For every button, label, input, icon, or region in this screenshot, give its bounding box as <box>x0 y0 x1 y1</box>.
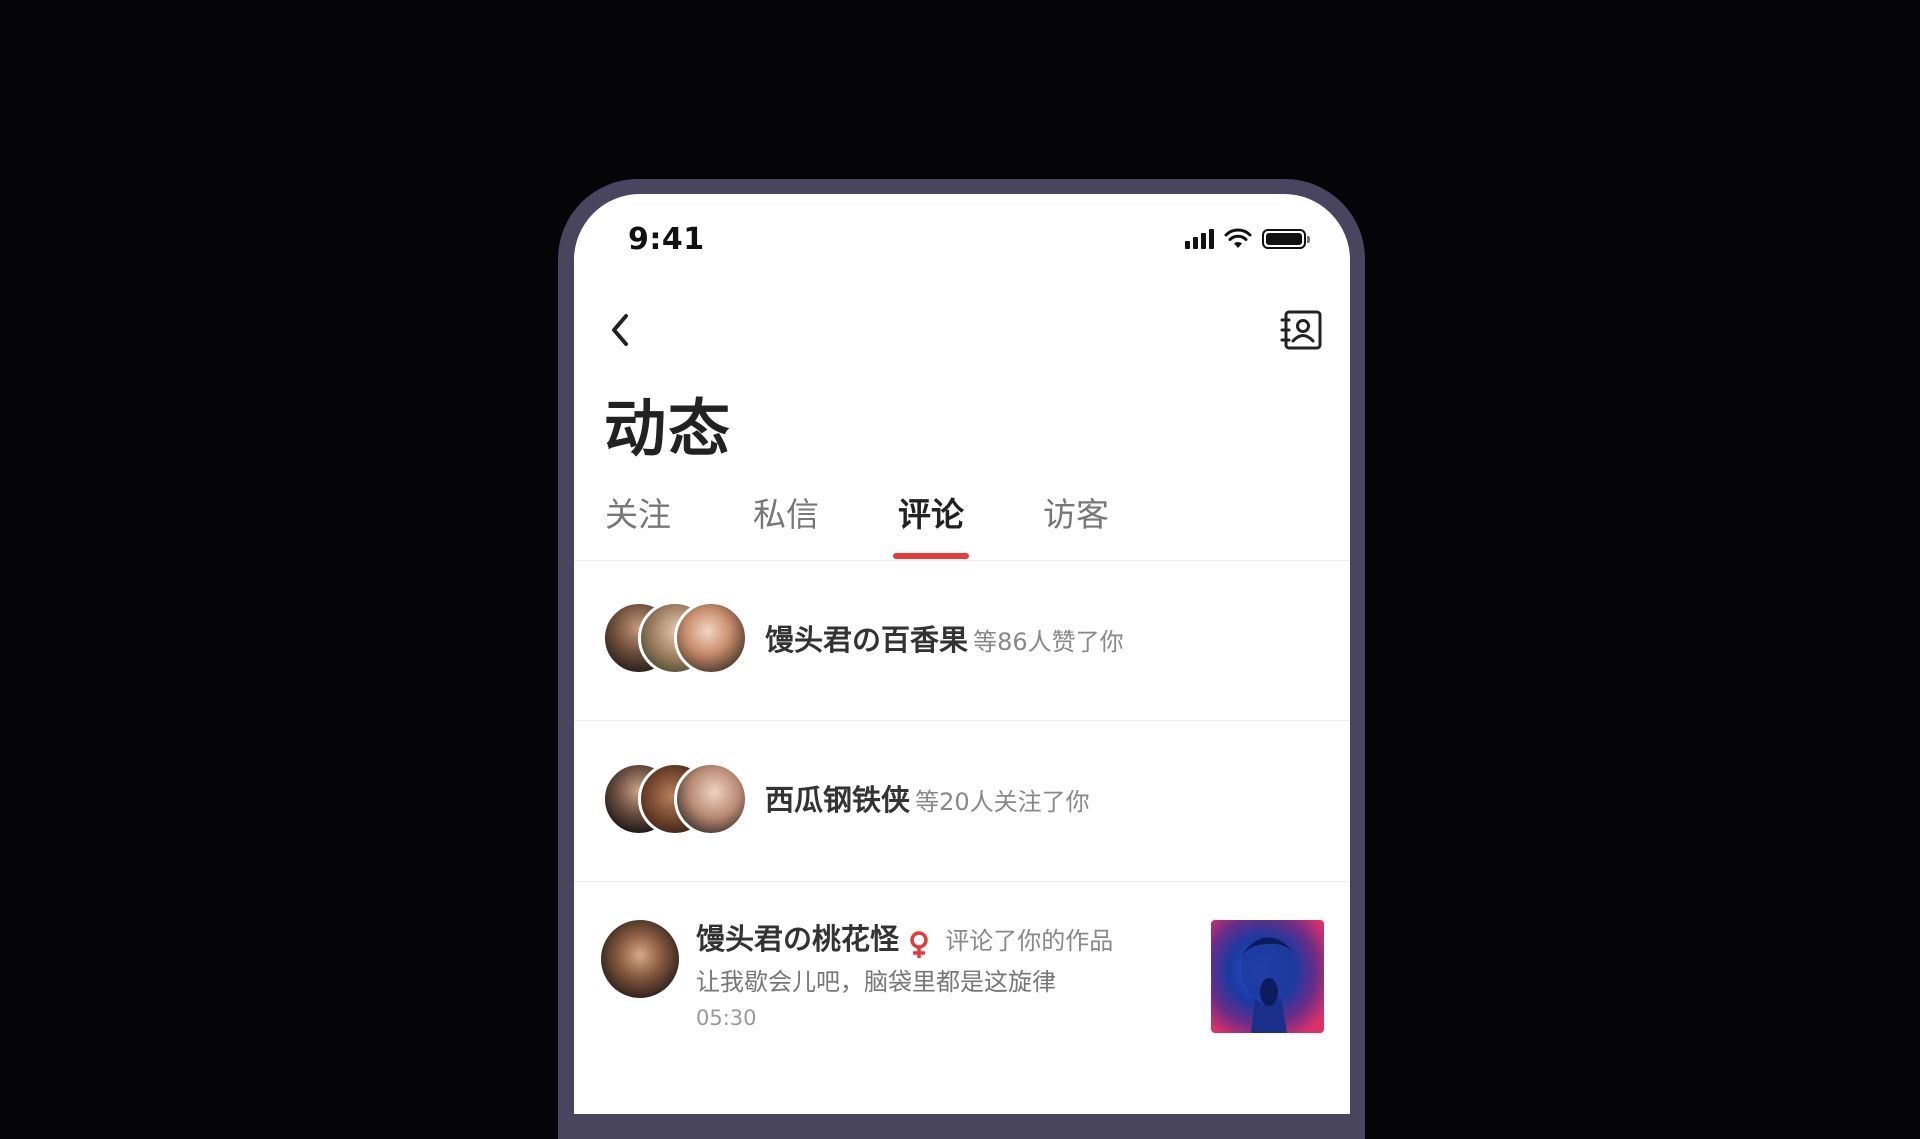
list-item-follows[interactable]: 西瓜钢铁侠 等20人关注了你 <box>574 721 1350 882</box>
tab-follow[interactable]: 关注 <box>602 488 674 560</box>
avatar <box>674 601 748 675</box>
battery-icon <box>1262 229 1310 249</box>
status-icons <box>1185 228 1310 250</box>
phone-screen: 9:41 动态 关注 私信 评论 访客 馒头君の百香果 等86人赞了你 西瓜钢铁… <box>574 194 1350 1114</box>
work-thumbnail[interactable] <box>1211 920 1324 1033</box>
wifi-icon <box>1224 228 1252 248</box>
contacts-book-icon <box>1280 310 1322 350</box>
notification-text: 馒头君の桃花怪 评论了你的作品 <box>696 916 1113 960</box>
contacts-button[interactable] <box>1280 306 1324 354</box>
back-button[interactable] <box>602 306 642 354</box>
notification-action: 等86人赞了你 <box>973 628 1124 656</box>
female-icon <box>910 930 928 958</box>
user-name: 馒头君の桃花怪 <box>696 922 900 956</box>
notification-text: 西瓜钢铁侠 等20人关注了你 <box>765 777 1090 819</box>
avatar <box>601 920 679 998</box>
active-tab-indicator <box>893 553 969 559</box>
notification-action: 等20人关注了你 <box>915 788 1090 816</box>
avatar-group <box>602 601 748 675</box>
tab-comments[interactable]: 评论 <box>894 488 968 560</box>
tab-bar: 关注 私信 评论 访客 <box>574 488 1350 561</box>
back-chevron-icon <box>612 314 628 346</box>
avatar-group <box>602 762 748 836</box>
list-item-likes[interactable]: 馒头君の百香果 等86人赞了你 <box>574 561 1350 721</box>
portrait-image <box>1241 936 1295 1033</box>
tab-visitors[interactable]: 访客 <box>1040 488 1112 560</box>
notification-text: 馒头君の百香果 等86人赞了你 <box>765 617 1124 659</box>
tab-messages[interactable]: 私信 <box>750 488 822 560</box>
user-name: 馒头君の百香果 <box>765 623 969 657</box>
avatar <box>674 762 748 836</box>
list-item-comment[interactable]: 馒头君の桃花怪 评论了你的作品 让我歇会儿吧，脑袋里都是这旋律 05:30 <box>574 882 1350 1114</box>
notification-action: 评论了你的作品 <box>945 927 1114 955</box>
timestamp: 05:30 <box>696 1006 757 1030</box>
page-title: 动态 <box>604 392 733 465</box>
status-bar: 9:41 <box>574 194 1350 284</box>
user-name: 西瓜钢铁侠 <box>765 783 911 817</box>
comment-text: 让我歇会儿吧，脑袋里都是这旋律 <box>696 968 1056 996</box>
status-time: 9:41 <box>628 222 705 257</box>
signal-icon <box>1185 229 1214 249</box>
